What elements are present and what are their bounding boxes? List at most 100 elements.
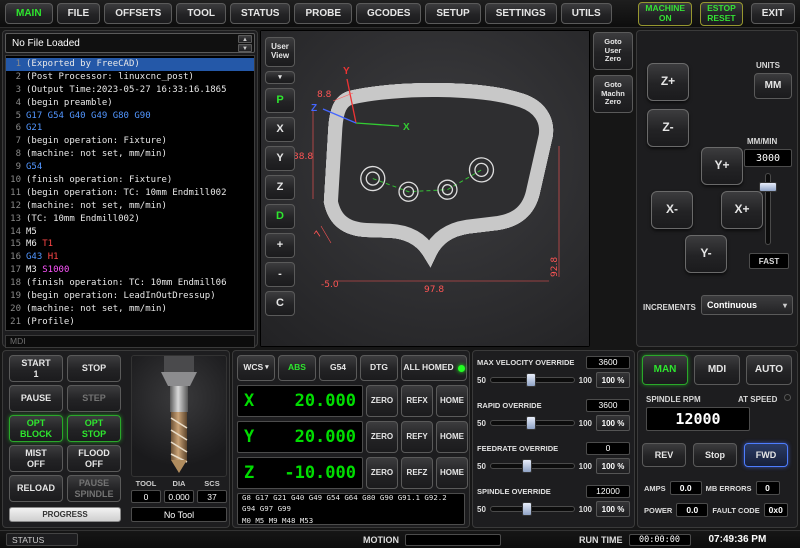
gcode-token: (finish operation: TC: 10mm Endmill06 [26, 277, 226, 290]
menu-item-utils[interactable]: UTILS [561, 3, 612, 24]
view-z-button[interactable]: Z [265, 175, 295, 200]
axis-y-label: Y [343, 66, 350, 77]
spindle-direction-row: REV Stop FWD [642, 443, 788, 467]
view-dropdown-button[interactable]: ▾ [265, 71, 295, 84]
gcode-line: 12(machine: not set, mm/min) [6, 200, 254, 213]
power-label: POWER [644, 506, 672, 515]
zoom-out-button[interactable]: - [265, 262, 295, 287]
view-perspective-button[interactable]: P [265, 88, 295, 113]
optional-stop-button[interactable]: OPT STOP [67, 415, 121, 442]
flood-button[interactable]: FLOOD OFF [67, 445, 121, 472]
machine-on-button[interactable]: MACHINE ON [638, 2, 692, 26]
mist-button[interactable]: MIST OFF [9, 445, 63, 472]
dtg-button[interactable]: DTG [360, 355, 398, 381]
ref-z-button[interactable]: REFZ [401, 457, 433, 489]
optional-block-button[interactable]: OPT BLOCK [9, 415, 63, 442]
jog-x-minus-button[interactable]: X- [651, 191, 693, 229]
line-number: 15 [6, 238, 21, 251]
view-x-button[interactable]: X [265, 117, 295, 142]
at-speed-label: AT SPEED [738, 395, 777, 404]
zero-z-button[interactable]: ZERO [366, 457, 398, 489]
home-y-button[interactable]: HOME [436, 421, 468, 453]
toolpath-preview[interactable]: X Y Z 8.8 38.8 7 -5.0 97.8 92.8 User Vie… [260, 30, 590, 347]
power-value: 0.0 [676, 503, 708, 517]
axis-letter: Z [244, 463, 254, 483]
override-label: SPINDLE OVERRIDE [477, 487, 551, 496]
menu-item-setup[interactable]: SETUP [425, 3, 480, 24]
override-slider-handle[interactable] [526, 416, 536, 430]
override-slider[interactable] [490, 377, 575, 383]
view-dimensions-button[interactable]: D [265, 204, 295, 229]
increments-combo[interactable]: Continuous ▾ [701, 295, 793, 315]
ref-x-button[interactable]: REFX [401, 385, 433, 417]
goto-user-zero-button[interactable]: Goto User Zero [593, 32, 633, 70]
override-slider[interactable] [490, 420, 575, 426]
home-x-button[interactable]: HOME [436, 385, 468, 417]
override-value: 3600 [586, 356, 630, 369]
zero-y-button[interactable]: ZERO [366, 421, 398, 453]
wcs-button[interactable]: WCS▾ [237, 355, 275, 381]
override-group-3: SPINDLE OVERRIDE1200050100100 % [477, 483, 630, 526]
spin-up-icon[interactable]: ▲ [238, 35, 252, 43]
gcode-line: 21(Profile) [6, 316, 254, 329]
jog-speed-slider[interactable] [765, 173, 771, 245]
abs-button[interactable]: ABS [278, 355, 316, 381]
jog-x-plus-button[interactable]: X+ [721, 191, 763, 229]
home-z-button[interactable]: HOME [436, 457, 468, 489]
auto-mode-button[interactable]: AUTO [746, 355, 792, 385]
file-combo-spinner[interactable]: ▲▼ [238, 35, 252, 52]
file-combo[interactable]: No File Loaded ▲▼ [5, 33, 255, 53]
stop-button[interactable]: STOP [67, 355, 121, 382]
gcode-line: 18(finish operation: TC: 10mm Endmill06 [6, 277, 254, 290]
tool-dia-value: 0.000 [164, 490, 194, 503]
jog-y-minus-button[interactable]: Y- [685, 235, 727, 273]
mdi-input[interactable] [5, 335, 255, 348]
spindle-rev-button[interactable]: REV [642, 443, 686, 467]
menu-item-file[interactable]: FILE [57, 3, 101, 24]
spin-down-icon[interactable]: ▼ [238, 44, 252, 52]
jog-speed-slider-handle[interactable] [759, 182, 777, 192]
estop-reset-button[interactable]: ESTOP RESET [700, 2, 743, 26]
zoom-in-button[interactable]: + [265, 233, 295, 258]
gcode-token: (finish operation: Fixture) [26, 174, 172, 187]
units-button[interactable]: MM [754, 73, 792, 99]
zero-x-button[interactable]: ZERO [366, 385, 398, 417]
override-slider-handle[interactable] [522, 502, 532, 516]
jog-y-plus-button[interactable]: Y+ [701, 147, 743, 185]
menu-item-main[interactable]: MAIN [5, 3, 53, 24]
gcode-token: (machine: not set, mm/min) [26, 303, 167, 316]
gcode-editor[interactable]: 1(Exported by FreeCAD)2(Post Processor: … [5, 55, 255, 331]
menu-item-status[interactable]: STATUS [230, 3, 291, 24]
ref-y-button[interactable]: REFY [401, 421, 433, 453]
pause-button[interactable]: PAUSE [9, 385, 63, 412]
reload-button[interactable]: RELOAD [9, 475, 63, 502]
step-button[interactable]: STEP [67, 385, 121, 412]
progress-bar: PROGRESS [9, 507, 121, 522]
spindle-fwd-button[interactable]: FWD [744, 443, 788, 467]
jog-z-minus-button[interactable]: Z- [647, 109, 689, 147]
user-view-button[interactable]: User View [265, 37, 295, 67]
manual-mode-button[interactable]: MAN [642, 355, 688, 385]
fault-code-value: 0x0 [764, 503, 788, 517]
jog-z-plus-button[interactable]: Z+ [647, 63, 689, 101]
menu-item-gcodes[interactable]: GCODES [356, 3, 421, 24]
mdi-mode-button[interactable]: MDI [694, 355, 740, 385]
g54-button[interactable]: G54 [319, 355, 357, 381]
pause-spindle-button[interactable]: PAUSE SPINDLE [67, 475, 121, 502]
exit-button[interactable]: EXIT [751, 3, 795, 24]
menu-item-probe[interactable]: PROBE [294, 3, 352, 24]
menu-item-tool[interactable]: TOOL [176, 3, 226, 24]
menu-item-offsets[interactable]: OFFSETS [104, 3, 172, 24]
goto-machine-zero-button[interactable]: Goto Machn Zero [593, 75, 633, 113]
view-y-button[interactable]: Y [265, 146, 295, 171]
view-clear-button[interactable]: C [265, 291, 295, 316]
all-homed-button[interactable]: ALL HOMED [401, 355, 467, 381]
spindle-stop-button[interactable]: Stop [693, 443, 737, 467]
override-slider-handle[interactable] [526, 373, 536, 387]
override-slider-row: 50100100 % [477, 499, 630, 519]
override-slider[interactable] [490, 506, 575, 512]
override-slider[interactable] [490, 463, 575, 469]
override-slider-handle[interactable] [522, 459, 532, 473]
cycle-start-button[interactable]: START 1 [9, 355, 63, 382]
menu-item-settings[interactable]: SETTINGS [485, 3, 557, 24]
